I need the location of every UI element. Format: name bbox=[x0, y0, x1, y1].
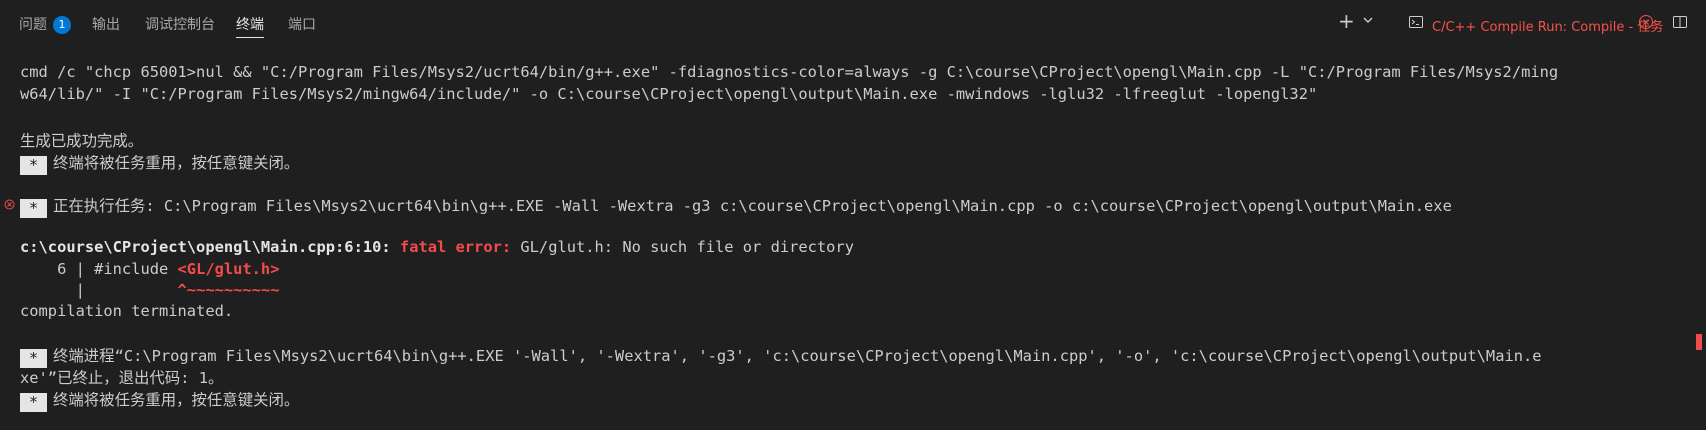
source-prefix: 6 | #include bbox=[20, 260, 178, 278]
error-line: c:\course\CProject\opengl\Main.cpp:6:10:… bbox=[20, 238, 854, 256]
source-line: 6 | #include <GL/glut.h> bbox=[20, 260, 279, 278]
tab-problems[interactable]: 问题 1 bbox=[19, 14, 71, 34]
tab-debug-console-label: 调试控制台 bbox=[145, 17, 215, 33]
compilation-terminated: compilation terminated. bbox=[20, 302, 234, 320]
problems-count-badge: 1 bbox=[53, 16, 71, 34]
error-decoration-icon[interactable] bbox=[4, 199, 15, 213]
star-marker: * bbox=[20, 199, 47, 218]
tab-output-label: 输出 bbox=[92, 17, 120, 33]
error-message: GL/glut.h: No such file or directory bbox=[511, 238, 854, 256]
build-success-message: 生成已成功完成。 bbox=[20, 132, 144, 150]
command-line-2: w64/lib/" -I "C:/Program Files/Msys2/min… bbox=[20, 85, 1318, 103]
exit-text-1: 终端进程“C:\Program Files\Msys2\ucrt64\bin\g… bbox=[53, 347, 1542, 365]
caret-prefix: | bbox=[20, 281, 178, 299]
star-marker: * bbox=[20, 156, 47, 175]
scrollbar-error-marker bbox=[1696, 334, 1702, 350]
command-line-1: cmd /c "chcp 65001>nul && "C:/Program Fi… bbox=[20, 63, 1559, 81]
terminal-scrollbar[interactable] bbox=[1690, 48, 1706, 430]
reuse-message-1: * 终端将被任务重用，按任意键关闭。 bbox=[20, 151, 299, 175]
running-task-text: 正在执行任务: C:\Program Files\Msys2\ucrt64\bi… bbox=[53, 197, 1452, 215]
tab-output[interactable]: 输出 bbox=[92, 14, 120, 34]
error-location: c:\course\CProject\opengl\Main.cpp:6:10: bbox=[20, 238, 391, 256]
panel-tab-bar: 问题 1 输出 调试控制台 终端 端口 + C/C++ Compile Run: … bbox=[0, 0, 1706, 48]
active-tab-indicator bbox=[236, 37, 264, 38]
exit-line-1: * 终端进程“C:\Program Files\Msys2\ucrt64\bin\… bbox=[20, 344, 1542, 368]
tab-terminal[interactable]: 终端 bbox=[236, 14, 264, 38]
exit-line-2: xe'”已终止，退出代码: 1。 bbox=[20, 369, 224, 387]
caret-marker: ^~~~~~~~~~~ bbox=[177, 281, 280, 299]
reuse-message-2: * 终端将被任务重用，按任意键关闭。 bbox=[20, 388, 299, 412]
star-marker: * bbox=[20, 393, 47, 412]
running-task-line: * 正在执行任务: C:\Program Files\Msys2\ucrt64\b… bbox=[20, 194, 1452, 218]
source-highlight: <GL/glut.h> bbox=[177, 260, 280, 278]
tab-ports[interactable]: 端口 bbox=[288, 14, 316, 34]
terminal-icon[interactable] bbox=[1408, 14, 1424, 34]
close-icon[interactable] bbox=[1638, 14, 1654, 34]
chevron-down-icon[interactable] bbox=[1362, 11, 1374, 30]
error-keyword: fatal error: bbox=[399, 238, 512, 256]
reuse-text-2: 终端将被任务重用，按任意键关闭。 bbox=[53, 391, 300, 409]
tab-terminal-label: 终端 bbox=[236, 17, 264, 33]
tab-debug-console[interactable]: 调试控制台 bbox=[145, 14, 215, 34]
split-panel-icon[interactable] bbox=[1672, 14, 1688, 34]
caret-line: | ^~~~~~~~~~~ bbox=[20, 281, 280, 299]
task-label[interactable]: C/C++ Compile Run: Compile - 任务 bbox=[1432, 16, 1663, 35]
reuse-text-1: 终端将被任务重用，按任意键关闭。 bbox=[53, 154, 300, 172]
tab-ports-label: 端口 bbox=[288, 17, 316, 33]
tab-problems-label: 问题 bbox=[19, 17, 47, 33]
plus-icon[interactable]: + bbox=[1338, 9, 1355, 33]
